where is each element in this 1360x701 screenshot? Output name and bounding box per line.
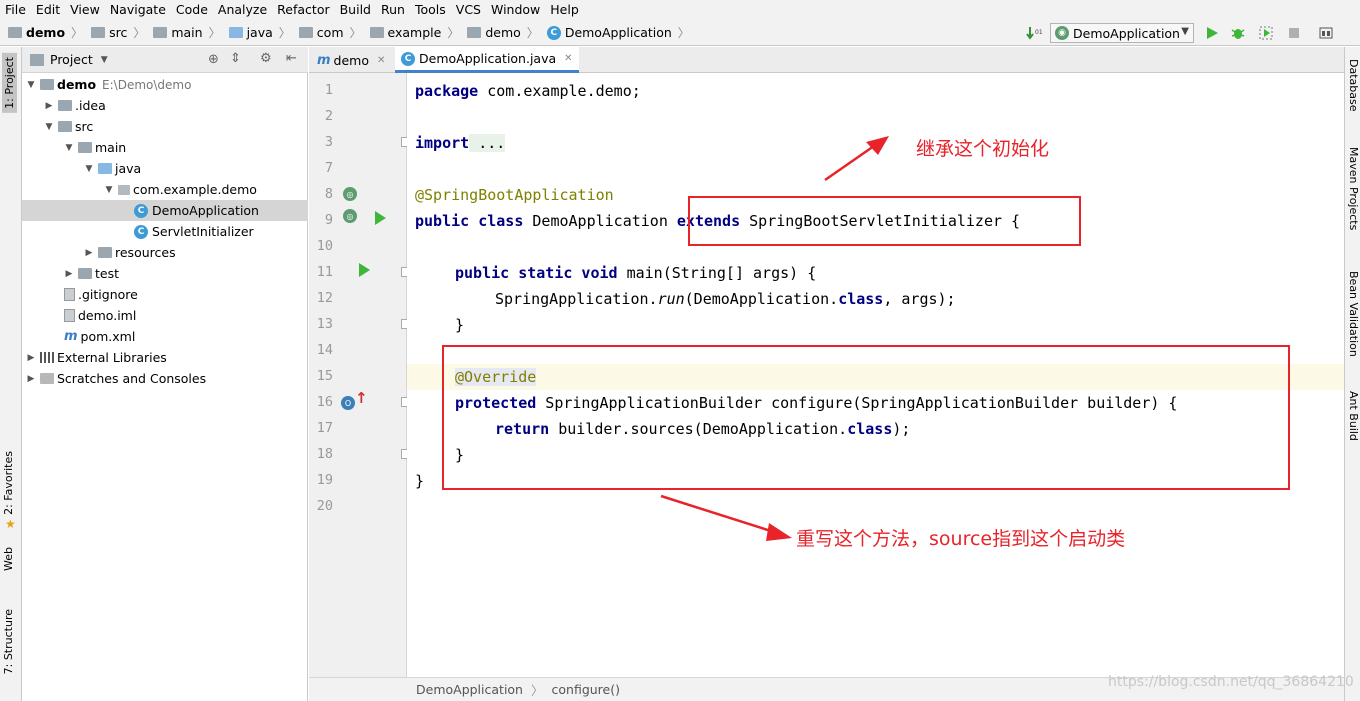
watermark: https://blog.csdn.net/qq_36864210 (1108, 674, 1354, 690)
arrow-head (866, 136, 889, 155)
annotation-arrows (660, 136, 889, 541)
arrow-to-bottom-note (660, 494, 775, 534)
arrow-head (766, 523, 792, 541)
annotation-bottom: 重写这个方法，source指到这个启动类 (796, 528, 1126, 550)
annotation-top: 继承这个初始化 (916, 138, 1050, 160)
arrow-to-top-note (824, 144, 875, 182)
